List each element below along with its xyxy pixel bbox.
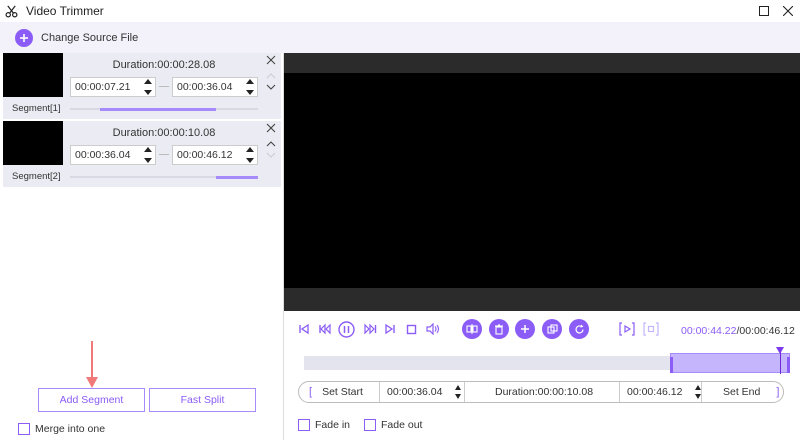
add-segment-button[interactable]: Add Segment xyxy=(38,388,145,412)
segment-item[interactable]: Duration:00:00:10.08 00:00:36.04 00:00:4… xyxy=(3,121,281,187)
fade-in-option[interactable]: Fade in xyxy=(298,419,350,431)
stop-selection-icon[interactable] xyxy=(642,320,660,338)
trim-start-time-field[interactable]: 00:00:36.04 xyxy=(387,382,463,402)
playhead-marker-icon[interactable] xyxy=(776,347,784,354)
time-stepper[interactable] xyxy=(144,79,152,95)
split-icon[interactable] xyxy=(462,319,482,339)
volume-icon[interactable] xyxy=(424,320,442,338)
timeline-track[interactable] xyxy=(304,347,790,374)
segment-duration: Duration:00:00:10.08 xyxy=(112,127,216,139)
maximize-button[interactable] xyxy=(752,0,776,22)
preview-panel: 00:00:44.22/00:00:46.12 [ Set Start 00:0… xyxy=(284,53,800,440)
move-down-icon[interactable] xyxy=(266,82,276,94)
move-down-icon[interactable] xyxy=(266,150,276,162)
trim-duration: Duration:00:00:10.08 xyxy=(495,386,594,398)
segment-item[interactable]: Duration:00:00:28.08 00:00:07.21 00:00:3… xyxy=(3,53,281,119)
segment-label: Segment[2] xyxy=(12,171,61,182)
playback-timecode: 00:00:44.22/00:00:46.12 xyxy=(681,325,795,337)
pause-icon[interactable] xyxy=(337,320,355,338)
close-button[interactable] xyxy=(776,0,800,22)
reset-icon[interactable] xyxy=(569,319,589,339)
timeline-selection[interactable] xyxy=(670,353,790,373)
segment-start-time-field[interactable]: 00:00:36.04 xyxy=(70,145,156,165)
merge-checkbox[interactable] xyxy=(18,423,30,435)
timeline-start-handle[interactable] xyxy=(670,357,673,373)
set-end-button[interactable]: Set End ] xyxy=(723,382,779,402)
segment-range-bar xyxy=(70,107,258,111)
add-source-icon[interactable] xyxy=(15,28,33,47)
segment-label: Segment[1] xyxy=(12,103,61,114)
segment-start-time-field[interactable]: 00:00:07.21 xyxy=(70,77,156,97)
merge-label: Merge into one xyxy=(35,423,106,435)
time-stepper[interactable] xyxy=(246,79,254,95)
trim-bar: [ Set Start 00:00:36.04 Duration:00:00:1… xyxy=(298,381,784,403)
next-frame-icon[interactable] xyxy=(361,320,379,338)
segment-duration: Duration:00:00:28.08 xyxy=(112,59,216,71)
segment-range-bar xyxy=(70,175,258,179)
skip-to-end-icon[interactable] xyxy=(381,320,399,338)
time-stepper[interactable] xyxy=(246,147,254,163)
window-title: Video Trimmer xyxy=(26,4,104,18)
fade-out-label: Fade out xyxy=(381,419,423,431)
segment-thumbnail xyxy=(3,121,63,165)
move-up-icon[interactable] xyxy=(266,138,276,150)
timeline-end-handle[interactable] xyxy=(787,357,790,373)
skip-to-start-icon[interactable] xyxy=(295,320,313,338)
change-source-file-button[interactable]: Change Source File xyxy=(41,32,138,44)
fade-in-checkbox[interactable] xyxy=(298,419,310,431)
source-bar: Change Source File xyxy=(0,22,800,53)
segment-thumbnail xyxy=(3,53,63,97)
time-stepper[interactable] xyxy=(455,385,461,399)
delete-icon[interactable] xyxy=(489,319,509,339)
segment-list-panel: Duration:00:00:28.08 00:00:07.21 00:00:3… xyxy=(0,53,284,440)
set-start-button[interactable]: [ Set Start xyxy=(309,382,363,402)
title-bar: Video Trimmer xyxy=(0,0,800,22)
segment-end-time-field[interactable]: 00:00:46.12 xyxy=(172,145,258,165)
player-controls: 00:00:44.22/00:00:46.12 xyxy=(284,315,800,345)
merge-into-one-option[interactable]: Merge into one xyxy=(18,423,105,435)
time-stepper[interactable] xyxy=(144,147,152,163)
previous-frame-icon[interactable] xyxy=(315,320,333,338)
fast-split-button[interactable]: Fast Split xyxy=(149,388,256,412)
video-preview[interactable] xyxy=(284,73,800,288)
add-icon[interactable] xyxy=(515,319,535,339)
delete-segment-icon[interactable] xyxy=(266,55,276,68)
play-selection-icon[interactable] xyxy=(618,320,636,338)
fade-in-label: Fade in xyxy=(315,419,351,431)
arrow-annotation-icon xyxy=(86,341,98,388)
fade-out-checkbox[interactable] xyxy=(364,419,376,431)
delete-segment-icon[interactable] xyxy=(266,123,276,136)
move-up-icon[interactable] xyxy=(266,70,276,82)
copy-icon[interactable] xyxy=(542,319,562,339)
fade-out-option[interactable]: Fade out xyxy=(364,419,422,431)
segment-end-time-field[interactable]: 00:00:36.04 xyxy=(172,77,258,97)
scissors-icon xyxy=(4,4,18,18)
stop-icon[interactable] xyxy=(402,320,420,338)
trim-end-time-field[interactable]: 00:00:46.12 xyxy=(627,382,703,402)
